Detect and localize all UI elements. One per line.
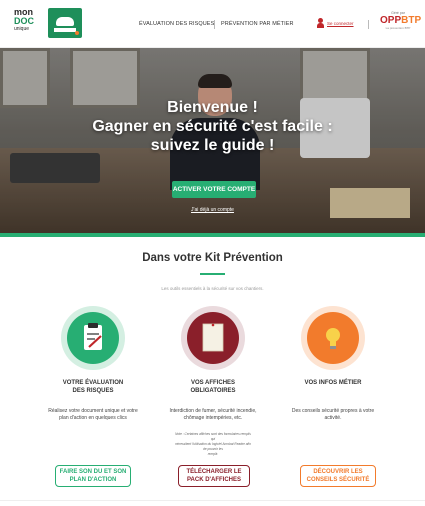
evaluation-description: Réalisez votre document unique et votre p…	[48, 408, 138, 421]
infos-metier-description: Des conseils sécurité propres à votre act…	[291, 408, 375, 421]
mon-doc-unique-logo[interactable]: mon DOC unique	[14, 8, 82, 40]
decouvrir-conseils-securite-button[interactable]: DÉCOUVRIR LES CONSEILS SÉCURITÉ	[300, 465, 376, 487]
existing-account-link[interactable]: J'ai déjà un compte	[0, 207, 425, 213]
user-icon[interactable]	[317, 18, 324, 28]
cloud-logo-icon	[48, 8, 82, 38]
section-title: Dans votre Kit Prévention	[142, 252, 283, 264]
hero-title-line-2: Gagner en sécurité c'est facile :	[92, 118, 333, 135]
section-divider	[0, 233, 425, 237]
evaluation-circle	[61, 306, 125, 370]
hero-title-line-3: suivez le guide !	[150, 137, 275, 154]
activate-account-button[interactable]: ACTIVER VOTRE COMPTE	[172, 181, 256, 198]
site-header: mon DOC unique ÉVALUATION DES RISQUES PR…	[0, 0, 425, 48]
oppbtp-logo[interactable]: Géré par OPPBTP La prévention BTP	[380, 11, 422, 37]
section-subtitle: Les outils essentiels à la sécurité sur …	[161, 286, 264, 291]
logo-line-2: DOC	[14, 16, 34, 26]
evaluation-title: VOTRE ÉVALUATION DES RISQUES	[62, 380, 124, 394]
infos-metier-circle	[301, 306, 365, 370]
partner-name: OPPBTP	[380, 15, 422, 26]
login-link[interactable]: Se connecter	[327, 21, 354, 26]
infos-metier-title: VOS INFOS MÉTIER	[304, 380, 362, 386]
logo-line-3: unique	[14, 26, 30, 32]
hero-title-line-1: Bienvenue !	[167, 99, 258, 116]
logo-wordmark: mon DOC unique	[14, 8, 34, 33]
header-divider	[368, 20, 369, 29]
faire-du-plan-action-button[interactable]: FAIRE SON DU ET SON PLAN D'ACTION	[55, 465, 131, 487]
partner-tagline: La prévention BTP	[385, 26, 411, 30]
nav-evaluation-des-risques[interactable]: ÉVALUATION DES RISQUES	[139, 21, 214, 27]
lightbulb-icon	[307, 312, 359, 364]
affiches-circle	[181, 306, 245, 370]
affiches-description: Interdiction de fumer, sécurité incendie…	[169, 408, 257, 421]
poster-icon	[187, 312, 239, 364]
acrobat-note: Note : Certaines affiches sont des formu…	[175, 432, 251, 456]
nav-prevention-par-metier[interactable]: PRÉVENTION PAR MÉTIER	[221, 21, 294, 27]
affiches-title: VOS AFFICHES OBLIGATOIRES	[190, 380, 236, 394]
clipboard-icon	[67, 312, 119, 364]
footer-divider	[0, 500, 425, 501]
nav-divider	[214, 20, 215, 29]
section-title-underline	[200, 273, 225, 275]
telecharger-pack-affiches-button[interactable]: TÉLÉCHARGER LE PACK D'AFFICHES	[178, 465, 250, 487]
